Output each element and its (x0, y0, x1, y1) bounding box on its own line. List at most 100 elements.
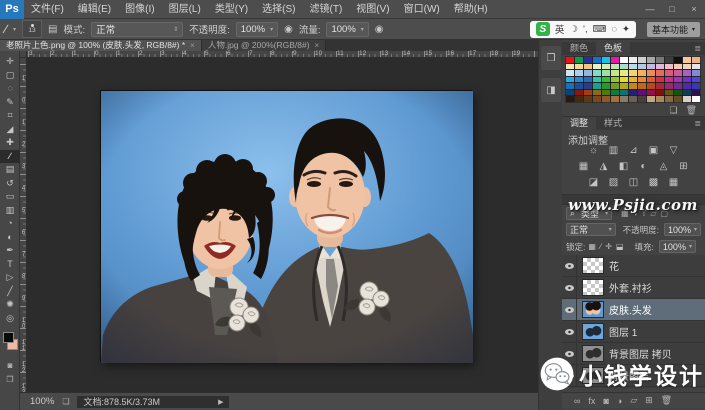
canvas-image[interactable] (100, 90, 472, 362)
brush-tool[interactable]: ∕ (0, 150, 20, 164)
swatch[interactable] (593, 96, 601, 102)
history-panel-button[interactable]: ❒ (541, 46, 561, 70)
swatch[interactable] (665, 83, 673, 89)
properties-panel-button[interactable]: ◨ (541, 78, 561, 102)
menu-item[interactable]: 帮助(H) (447, 0, 495, 19)
swatch[interactable] (638, 57, 646, 63)
eraser-tool[interactable]: ▭ (0, 190, 20, 204)
swatch[interactable] (584, 57, 592, 63)
visibility-toggle[interactable] (562, 255, 577, 277)
swatch[interactable] (647, 77, 655, 83)
path-selection-tool[interactable]: ▷ (0, 271, 20, 285)
swatch[interactable] (611, 70, 619, 76)
swatch[interactable] (674, 70, 682, 76)
hand-tool[interactable]: ✺ (0, 298, 20, 312)
swatch[interactable] (683, 77, 691, 83)
lasso-tool[interactable]: ◌ (0, 82, 20, 96)
tab-样式[interactable]: 样式 (596, 117, 630, 130)
menu-item[interactable]: 选择(S) (255, 0, 302, 19)
swatch[interactable] (692, 77, 700, 83)
layer-fill-value[interactable]: 100% ▾ (659, 240, 696, 253)
swatch[interactable] (656, 77, 664, 83)
swatch[interactable] (575, 57, 583, 63)
tab-close-icon[interactable]: × (190, 40, 195, 51)
zoom-level-field[interactable]: 100% (30, 396, 54, 407)
swatch[interactable] (593, 77, 601, 83)
layer-thumbnail[interactable] (583, 258, 603, 273)
swatch[interactable] (629, 83, 637, 89)
swatch[interactable] (656, 57, 664, 63)
clone-stamp-tool[interactable]: ▤ (0, 163, 20, 177)
menu-item[interactable]: 图层(L) (162, 0, 208, 19)
swatch[interactable] (629, 90, 637, 96)
adjustment-icon[interactable]: ⊞ (676, 160, 691, 173)
swatch[interactable] (692, 70, 700, 76)
swatch[interactable] (593, 57, 601, 63)
brush-tool-icon[interactable]: ∕ (5, 22, 7, 36)
menu-item[interactable]: 图像(I) (118, 0, 161, 19)
swatch[interactable] (665, 77, 673, 83)
eyedropper-tool[interactable]: ◢ (0, 123, 20, 137)
swatch[interactable] (647, 57, 655, 63)
swatch[interactable] (692, 83, 700, 89)
swatch[interactable] (566, 83, 574, 89)
type-tool[interactable]: T (0, 258, 20, 272)
adjustment-icon[interactable]: ☼ (586, 144, 601, 157)
opacity-select[interactable]: 100%▾ (236, 22, 278, 37)
swatch[interactable] (647, 70, 655, 76)
swatch[interactable] (575, 77, 583, 83)
flow-select[interactable]: 100%▾ (326, 22, 368, 37)
swatch[interactable] (638, 83, 646, 89)
swatch[interactable] (683, 57, 691, 63)
adjustment-icon[interactable]: ◫ (626, 176, 641, 189)
link-layers-icon[interactable]: ∞ (574, 396, 580, 406)
swatch[interactable] (620, 96, 628, 102)
swatch[interactable] (683, 70, 691, 76)
swatch[interactable] (692, 57, 700, 63)
tool-preset-arrow-icon[interactable]: ▾ (13, 26, 16, 33)
status-expand-icon[interactable]: ▶ (218, 398, 223, 406)
swatch[interactable] (656, 83, 664, 89)
adjustment-icon[interactable]: ◪ (586, 176, 601, 189)
group-icon[interactable]: ▱ (630, 395, 637, 406)
foreground-color-swatch[interactable] (3, 332, 14, 343)
tab-调整[interactable]: 调整 (562, 117, 596, 130)
swatch[interactable] (584, 70, 592, 76)
vertical-ruler[interactable]: 1012345678910111213 (20, 58, 27, 392)
visibility-toggle[interactable] (562, 321, 577, 343)
swatch[interactable] (584, 83, 592, 89)
swatch[interactable] (602, 70, 610, 76)
ime-moon-icon[interactable]: ☽ (569, 24, 578, 35)
dodge-tool[interactable]: ◐ (0, 231, 20, 245)
minimize-button[interactable]: — (639, 0, 661, 19)
adjustment-icon[interactable]: ▦ (576, 160, 591, 173)
new-layer-icon[interactable]: ⊞ (645, 395, 653, 406)
brush-preset-picker[interactable]: 13 (22, 20, 42, 38)
ime-punct-icon[interactable]: ’, (583, 24, 588, 35)
quick-mask-button[interactable]: ◙ (0, 360, 20, 372)
trash-icon[interactable]: 🗑 (686, 105, 697, 116)
swatch[interactable] (647, 64, 655, 70)
swatch[interactable] (674, 90, 682, 96)
swatch[interactable] (638, 64, 646, 70)
swatch[interactable] (665, 96, 673, 102)
menu-item[interactable]: 视图(V) (349, 0, 396, 19)
quick-selection-tool[interactable]: ✎ (0, 96, 20, 110)
layer-thumbnail[interactable] (583, 302, 603, 317)
swatch[interactable] (584, 96, 592, 102)
swatch[interactable] (575, 83, 583, 89)
screen-mode-button[interactable]: ❐ (0, 374, 20, 386)
swatch[interactable] (620, 70, 628, 76)
adjustment-icon[interactable]: ◧ (616, 160, 631, 173)
ime-extra-icon[interactable]: ◌ (611, 24, 617, 35)
swatch[interactable] (629, 70, 637, 76)
layer-opacity-value[interactable]: 100% ▾ (664, 223, 701, 236)
swatch[interactable] (584, 90, 592, 96)
swatch[interactable] (683, 83, 691, 89)
lock-all-icon[interactable]: ⬓ (616, 242, 624, 251)
maximize-button[interactable]: □ (661, 0, 683, 19)
swatch[interactable] (638, 96, 646, 102)
swatch[interactable] (566, 70, 574, 76)
swatch[interactable] (665, 64, 673, 70)
swatch[interactable] (629, 96, 637, 102)
